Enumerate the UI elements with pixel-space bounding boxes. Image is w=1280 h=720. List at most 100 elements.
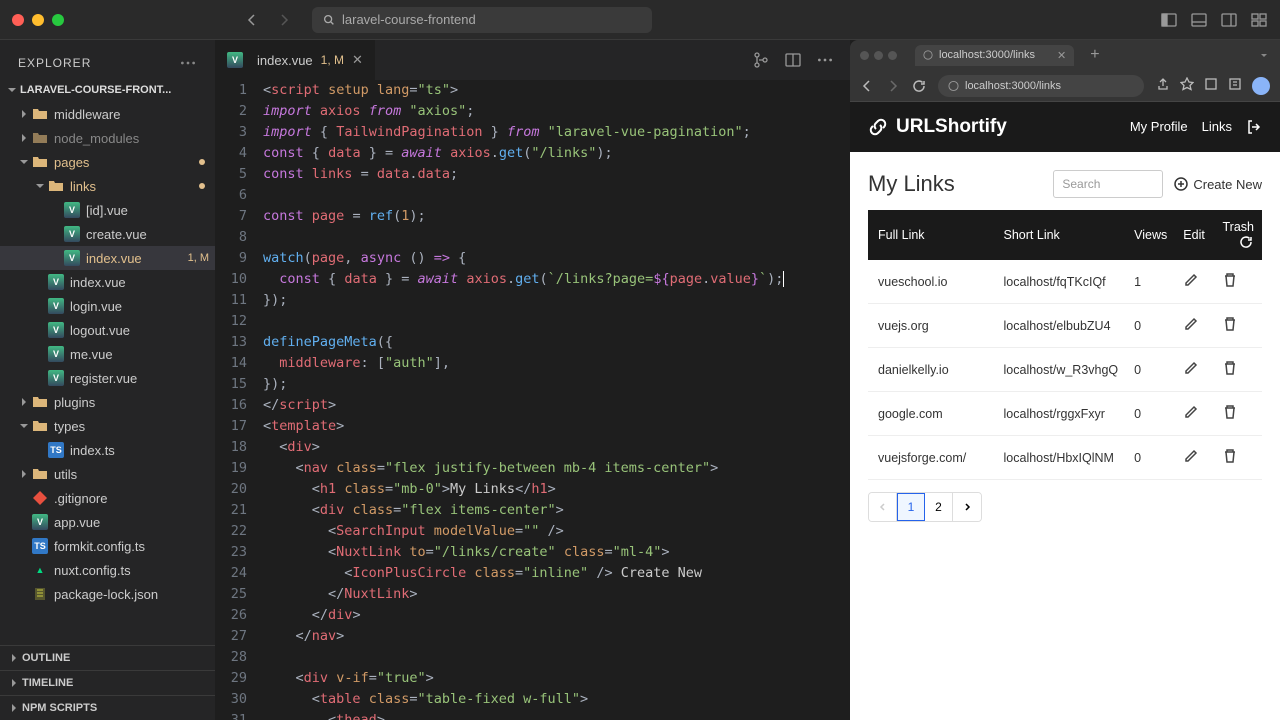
layout-controls[interactable] (1160, 11, 1268, 29)
cell-short[interactable]: localhost/elbubZU4 (996, 304, 1127, 348)
folder-pages[interactable]: pages (0, 150, 215, 174)
panel-right-icon[interactable] (1220, 11, 1238, 29)
file-gitignore[interactable]: .gitignore (0, 486, 215, 510)
more-icon[interactable] (816, 51, 834, 69)
logout-icon[interactable] (1246, 119, 1262, 135)
tab-modified: 1, M (321, 53, 344, 67)
edit-icon[interactable] (1183, 272, 1199, 288)
expand-icon[interactable] (1258, 49, 1270, 61)
file-tree: middleware node_modules pages links V[id… (0, 102, 215, 645)
cell-views: 0 (1126, 436, 1175, 480)
cell-full[interactable]: vuejs.org (868, 304, 996, 348)
links-table: Full Link Short Link Views Edit Trash vu… (868, 210, 1262, 480)
back-icon[interactable] (860, 79, 874, 93)
tab-label: index.vue (257, 53, 313, 68)
timeline-section[interactable]: TIMELINE (0, 670, 215, 695)
col-trash: Trash (1214, 210, 1262, 260)
file-app-vue[interactable]: Vapp.vue (0, 510, 215, 534)
file-formkit[interactable]: TSformkit.config.ts (0, 534, 215, 558)
edit-icon[interactable] (1183, 316, 1199, 332)
browser-window-controls[interactable] (860, 51, 897, 60)
nav-arrows[interactable] (244, 12, 292, 28)
file-logout-vue[interactable]: Vlogout.vue (0, 318, 215, 342)
star-icon[interactable] (1180, 77, 1194, 91)
trash-icon[interactable] (1222, 448, 1238, 464)
panel-bottom-icon[interactable] (1190, 11, 1208, 29)
cell-full[interactable]: vueschool.io (868, 260, 996, 304)
reload-icon[interactable] (912, 79, 926, 93)
folder-utils[interactable]: utils (0, 462, 215, 486)
page-header: My Links Search Create New (868, 170, 1262, 198)
edit-icon[interactable] (1183, 404, 1199, 420)
folder-middleware[interactable]: middleware (0, 102, 215, 126)
cell-full[interactable]: vuejsforge.com/ (868, 436, 996, 480)
trash-icon[interactable] (1222, 316, 1238, 332)
project-root[interactable]: LARAVEL-COURSE-FRONT... (0, 82, 215, 102)
browser-tab[interactable]: localhost:3000/links ✕ (915, 45, 1074, 66)
nav-profile[interactable]: My Profile (1130, 119, 1188, 135)
cell-short[interactable]: localhost/HbxIQlNM (996, 436, 1127, 480)
file-nuxt-config[interactable]: ▲nuxt.config.ts (0, 558, 215, 582)
folder-types[interactable]: types (0, 414, 215, 438)
address-bar[interactable]: localhost:3000/links (938, 75, 1144, 97)
file-id-vue[interactable]: V[id].vue (0, 198, 215, 222)
tab-index-vue[interactable]: V index.vue 1, M ✕ (215, 40, 376, 80)
page-next[interactable] (953, 493, 981, 521)
source-control-icon[interactable] (752, 51, 770, 69)
refresh-icon[interactable] (1238, 234, 1254, 250)
trash-icon[interactable] (1222, 272, 1238, 288)
edit-icon[interactable] (1183, 360, 1199, 376)
cell-full[interactable]: danielkelly.io (868, 348, 996, 392)
cell-views: 0 (1126, 304, 1175, 348)
extensions-icon[interactable] (1204, 77, 1218, 91)
more-icon[interactable] (179, 54, 197, 72)
profile-avatar[interactable] (1252, 77, 1270, 95)
split-editor-icon[interactable] (784, 51, 802, 69)
folder-links[interactable]: links (0, 174, 215, 198)
page-prev[interactable] (869, 493, 897, 521)
trash-icon[interactable] (1222, 360, 1238, 376)
npm-section[interactable]: NPM SCRIPTS (0, 695, 215, 720)
file-package-lock[interactable]: package-lock.json (0, 582, 215, 606)
page-2[interactable]: 2 (925, 493, 953, 521)
cell-short[interactable]: localhost/fqTKcIQf (996, 260, 1127, 304)
share-icon[interactable] (1156, 77, 1170, 91)
search-input[interactable]: Search (1053, 170, 1163, 198)
code-content[interactable]: <script setup lang="ts"> import axios fr… (263, 80, 850, 720)
panel-left-icon[interactable] (1160, 11, 1178, 29)
file-create-vue[interactable]: Vcreate.vue (0, 222, 215, 246)
cell-views: 1 (1126, 260, 1175, 304)
new-tab-icon[interactable]: + (1090, 46, 1099, 64)
file-register-vue[interactable]: Vregister.vue (0, 366, 215, 390)
edit-icon[interactable] (1183, 448, 1199, 464)
trash-icon[interactable] (1222, 404, 1238, 420)
file-index-vue-active[interactable]: Vindex.vue1, M (0, 246, 215, 270)
cell-short[interactable]: localhost/rggxFxyr (996, 392, 1127, 436)
close-tab-icon[interactable]: ✕ (1057, 49, 1066, 62)
nav-links-item[interactable]: Links (1202, 119, 1232, 135)
folder-plugins[interactable]: plugins (0, 390, 215, 414)
file-index-ts[interactable]: TSindex.ts (0, 438, 215, 462)
reading-list-icon[interactable] (1228, 77, 1242, 91)
cell-full[interactable]: google.com (868, 392, 996, 436)
file-index-vue[interactable]: Vindex.vue (0, 270, 215, 294)
folder-node-modules[interactable]: node_modules (0, 126, 215, 150)
close-tab-icon[interactable]: ✕ (352, 52, 363, 68)
brand[interactable]: URLShortify (868, 116, 1007, 138)
file-me-vue[interactable]: Vme.vue (0, 342, 215, 366)
outline-section[interactable]: OUTLINE (0, 645, 215, 670)
forward-icon[interactable] (276, 12, 292, 28)
back-icon[interactable] (244, 12, 260, 28)
forward-icon[interactable] (886, 79, 900, 93)
cell-short[interactable]: localhost/w_R3vhgQ (996, 348, 1127, 392)
window-controls[interactable] (12, 14, 64, 26)
page-1[interactable]: 1 (897, 493, 925, 521)
page-title: My Links (868, 171, 955, 197)
command-center[interactable]: laravel-course-frontend (312, 7, 652, 33)
code-area[interactable]: 1234567891011121314151617181920212223242… (215, 80, 850, 720)
browser-tab-title: localhost:3000/links (939, 49, 1035, 61)
create-label: Create New (1193, 177, 1262, 192)
file-login-vue[interactable]: Vlogin.vue (0, 294, 215, 318)
create-new-button[interactable]: Create New (1173, 176, 1262, 192)
layout-icon[interactable] (1250, 11, 1268, 29)
